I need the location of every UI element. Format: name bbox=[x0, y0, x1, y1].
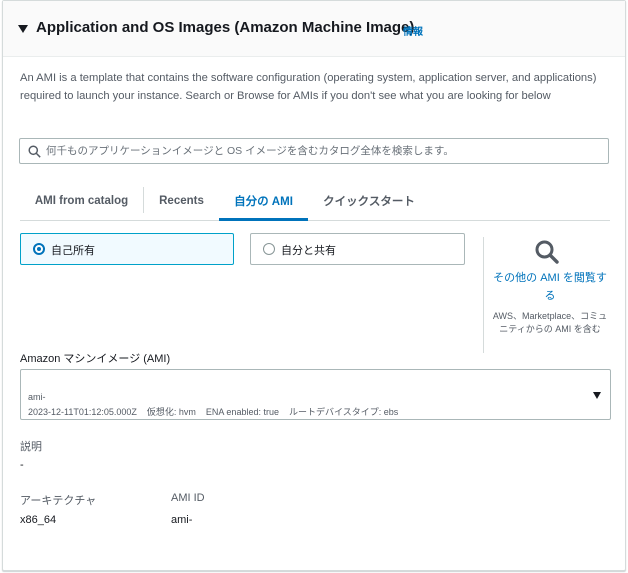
tab-my-ami[interactable]: 自分の AMI bbox=[219, 181, 308, 221]
tab-label: クイックスタート bbox=[323, 195, 415, 208]
info-link[interactable]: 情報 bbox=[403, 23, 423, 38]
architecture-label: アーキテクチャ bbox=[20, 495, 97, 507]
option-label: 自分と共有 bbox=[281, 245, 336, 257]
ami-search-input[interactable] bbox=[46, 141, 602, 161]
search-icon bbox=[28, 145, 41, 158]
browse-note: AWS、Marketplace、コミュニティからの AMI を含む bbox=[492, 311, 608, 334]
ami-name: ami- bbox=[28, 392, 46, 402]
tab-label: Recents bbox=[159, 194, 204, 207]
architecture-value: x86_64 bbox=[20, 514, 57, 526]
section-description: An AMI is a template that contains the s… bbox=[20, 72, 597, 102]
ami-meta: 2023-12-11T01:12:05.000Z 仮想化: hvm ENA en… bbox=[28, 407, 399, 417]
tab-label: AMI from catalog bbox=[34, 194, 129, 207]
caret-down-icon[interactable] bbox=[593, 392, 601, 399]
shared-with-me-option[interactable]: 自分と共有 bbox=[250, 233, 465, 265]
browse-more-amis: その他の AMI を閲覧する AWS、Marketplace、コミュニティからの… bbox=[483, 237, 611, 353]
ami-id-label: AMI ID bbox=[171, 492, 205, 504]
caret-down-icon[interactable] bbox=[18, 25, 28, 33]
section-title: Application and OS Images (Amazon Machin… bbox=[36, 19, 415, 36]
ami-source-tabs: AMI from catalog Recents 自分の AMI クイックスター… bbox=[20, 181, 610, 221]
radio-button[interactable] bbox=[33, 243, 45, 255]
ami-id-value: ami- bbox=[171, 514, 193, 526]
ami-select[interactable]: ami- 2023-12-11T01:12:05.000Z 仮想化: hvm E… bbox=[20, 369, 611, 420]
tab-label: 自分の AMI bbox=[234, 195, 293, 208]
radio-button[interactable] bbox=[263, 243, 275, 255]
ami-section-panel: Application and OS Images (Amazon Machin… bbox=[2, 0, 626, 571]
tab-recents[interactable]: Recents bbox=[144, 181, 219, 220]
magnifier-icon[interactable] bbox=[534, 239, 560, 265]
ami-select-label: Amazon マシンイメージ (AMI) bbox=[20, 353, 171, 365]
tab-quick-start[interactable]: クイックスタート bbox=[309, 181, 429, 220]
description-label: 説明 bbox=[20, 441, 42, 453]
ami-search-box[interactable] bbox=[19, 138, 609, 164]
browse-more-amis-link[interactable]: その他の AMI を閲覧する bbox=[490, 269, 610, 305]
option-label: 自己所有 bbox=[51, 245, 95, 257]
tab-ami-from-catalog[interactable]: AMI from catalog bbox=[20, 181, 143, 220]
owned-by-me-option[interactable]: 自己所有 bbox=[20, 233, 234, 265]
description-value: - bbox=[20, 459, 24, 471]
section-header[interactable]: Application and OS Images (Amazon Machin… bbox=[3, 1, 625, 57]
